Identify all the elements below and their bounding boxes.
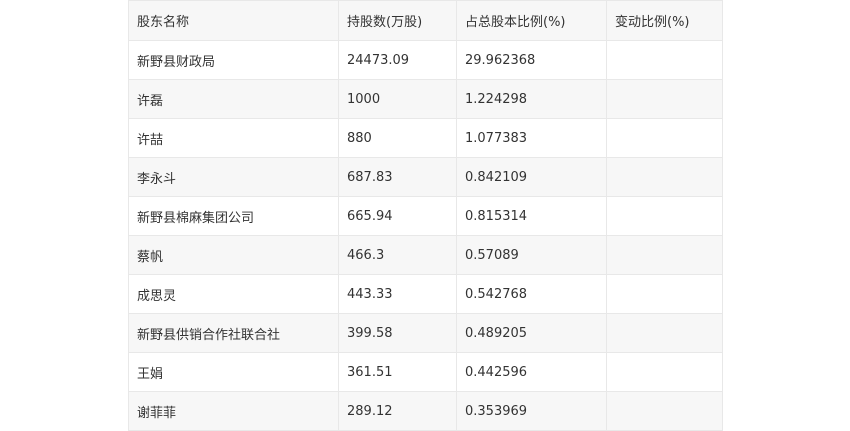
table-row: 蔡帆 466.3 0.57089 [128, 235, 723, 275]
header-change-ratio: 变动比例(%) [606, 0, 723, 41]
table-row: 新野县棉麻集团公司 665.94 0.815314 [128, 196, 723, 236]
cell-change-ratio [606, 235, 723, 275]
cell-share-ratio: 0.353969 [456, 391, 607, 431]
cell-shares-held: 1000 [338, 79, 457, 119]
cell-shares-held: 665.94 [338, 196, 457, 236]
cell-shares-held: 399.58 [338, 313, 457, 353]
cell-shares-held: 361.51 [338, 352, 457, 392]
cell-shareholder-name: 新野县棉麻集团公司 [128, 196, 339, 236]
header-shares-held: 持股数(万股) [338, 0, 457, 41]
cell-share-ratio: 0.842109 [456, 157, 607, 197]
cell-shareholder-name: 成思灵 [128, 274, 339, 314]
cell-change-ratio [606, 352, 723, 392]
cell-shareholder-name: 许磊 [128, 79, 339, 119]
cell-shares-held: 443.33 [338, 274, 457, 314]
cell-change-ratio [606, 313, 723, 353]
cell-share-ratio: 0.442596 [456, 352, 607, 392]
cell-shareholder-name: 王娟 [128, 352, 339, 392]
cell-shareholder-name: 新野县供销合作社联合社 [128, 313, 339, 353]
cell-share-ratio: 1.077383 [456, 118, 607, 158]
table-row: 许磊 1000 1.224298 [128, 79, 723, 119]
cell-share-ratio: 1.224298 [456, 79, 607, 119]
cell-change-ratio [606, 196, 723, 236]
cell-shareholder-name: 新野县财政局 [128, 40, 339, 80]
table-row: 王娟 361.51 0.442596 [128, 352, 723, 392]
cell-change-ratio [606, 118, 723, 158]
table-header-row: 股东名称 持股数(万股) 占总股本比例(%) 变动比例(%) [128, 0, 723, 41]
cell-change-ratio [606, 391, 723, 431]
cell-share-ratio: 0.57089 [456, 235, 607, 275]
cell-share-ratio: 0.542768 [456, 274, 607, 314]
cell-shareholder-name: 李永斗 [128, 157, 339, 197]
cell-change-ratio [606, 274, 723, 314]
cell-change-ratio [606, 79, 723, 119]
cell-shareholder-name: 谢菲菲 [128, 391, 339, 431]
shareholder-table-container: 股东名称 持股数(万股) 占总股本比例(%) 变动比例(%) 新野县财政局 24… [128, 0, 723, 431]
table-row: 李永斗 687.83 0.842109 [128, 157, 723, 197]
cell-shareholder-name: 许喆 [128, 118, 339, 158]
shareholder-table: 股东名称 持股数(万股) 占总股本比例(%) 变动比例(%) 新野县财政局 24… [128, 0, 723, 431]
cell-shares-held: 24473.09 [338, 40, 457, 80]
cell-share-ratio: 0.489205 [456, 313, 607, 353]
table-row: 许喆 880 1.077383 [128, 118, 723, 158]
table-row: 谢菲菲 289.12 0.353969 [128, 391, 723, 431]
cell-shareholder-name: 蔡帆 [128, 235, 339, 275]
cell-share-ratio: 0.815314 [456, 196, 607, 236]
cell-shares-held: 687.83 [338, 157, 457, 197]
cell-shares-held: 466.3 [338, 235, 457, 275]
header-share-ratio: 占总股本比例(%) [456, 0, 607, 41]
table-row: 成思灵 443.33 0.542768 [128, 274, 723, 314]
table-row: 新野县供销合作社联合社 399.58 0.489205 [128, 313, 723, 353]
cell-change-ratio [606, 157, 723, 197]
table-row: 新野县财政局 24473.09 29.962368 [128, 40, 723, 80]
cell-shares-held: 880 [338, 118, 457, 158]
header-shareholder-name: 股东名称 [128, 0, 339, 41]
cell-share-ratio: 29.962368 [456, 40, 607, 80]
cell-shares-held: 289.12 [338, 391, 457, 431]
cell-change-ratio [606, 40, 723, 80]
